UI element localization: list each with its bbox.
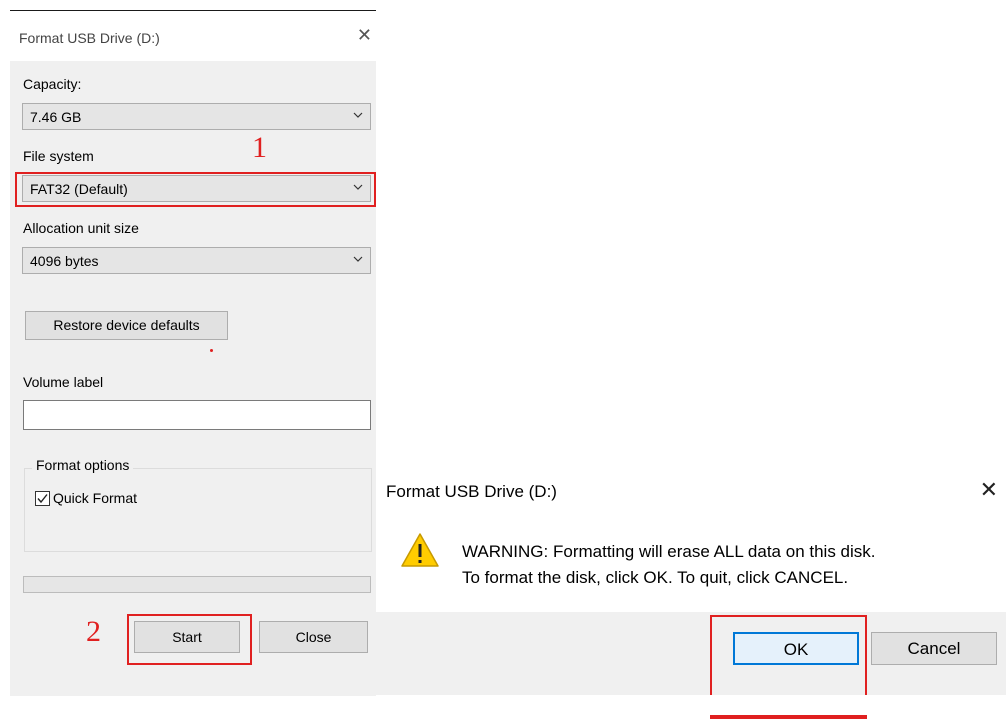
file-system-label: File system: [23, 148, 94, 164]
quick-format-label: Quick Format: [53, 490, 138, 506]
chevron-down-icon: [353, 112, 363, 118]
annotation-step-2: 2: [86, 615, 101, 648]
annotation-step-1: 1: [252, 131, 267, 164]
volume-label-label: Volume label: [23, 374, 104, 390]
allocation-unit-label: Allocation unit size: [23, 220, 139, 236]
capacity-value: 7.46 GB: [30, 109, 82, 125]
format-dialog: Format USB Drive (D:) ✕ Capacity: 7.46 G…: [10, 10, 376, 696]
annotation-dot: [210, 349, 213, 352]
cancel-button[interactable]: Cancel: [871, 632, 997, 665]
format-options-label: Format options: [32, 457, 134, 473]
close-icon[interactable]: ✕: [357, 25, 372, 45]
quick-format-checkbox[interactable]: [35, 491, 50, 506]
format-dialog-titlebar: Format USB Drive (D:) ✕: [10, 11, 376, 61]
warning-dialog-title: Format USB Drive (D:): [386, 482, 557, 501]
annotation-highlight-ok: [710, 615, 867, 695]
warning-icon: [401, 533, 439, 567]
format-progress-bar: [23, 576, 371, 593]
capacity-label: Capacity:: [23, 76, 82, 92]
warning-dialog: Format USB Drive (D:) ✕ WARNING: Formatt…: [376, 462, 1006, 695]
warning-message-line-1: WARNING: Formatting will erase ALL data …: [462, 542, 876, 561]
capacity-select[interactable]: 7.46 GB: [22, 103, 371, 130]
warning-message-line-2: To format the disk, click OK. To quit, c…: [462, 568, 849, 587]
format-options-group: [24, 468, 372, 552]
format-dialog-title: Format USB Drive (D:): [19, 30, 160, 46]
warning-dialog-footer: OK Cancel: [376, 612, 1006, 695]
volume-label-input[interactable]: [23, 400, 371, 430]
chevron-down-icon: [353, 256, 363, 262]
annotation-highlight-start: [127, 614, 252, 665]
checkmark-icon: [37, 494, 48, 504]
allocation-unit-select[interactable]: 4096 bytes: [22, 247, 371, 274]
close-icon[interactable]: ✕: [980, 478, 998, 502]
annotation-highlight-file-system: [15, 172, 376, 207]
restore-defaults-button[interactable]: Restore device defaults: [25, 311, 228, 340]
close-button[interactable]: Close: [259, 621, 368, 653]
annotation-placeholder: [710, 715, 867, 719]
allocation-unit-value: 4096 bytes: [30, 253, 99, 269]
